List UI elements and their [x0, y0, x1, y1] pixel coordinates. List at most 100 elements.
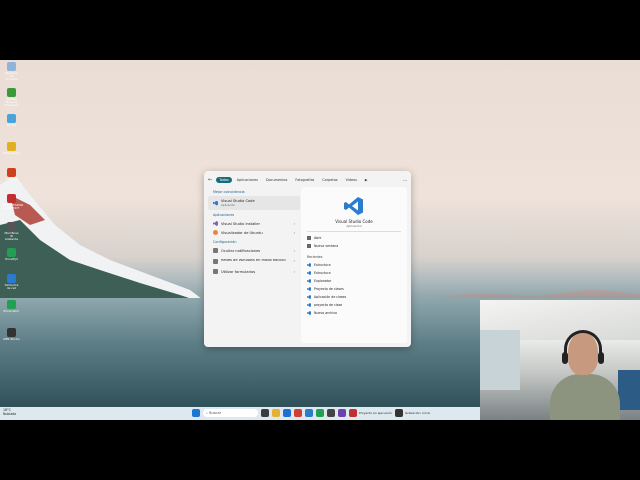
- headset-ear-left: [562, 352, 568, 364]
- desktop-icon[interactable]: PC Jaz: [3, 114, 20, 127]
- webcam-overlay: [480, 300, 640, 420]
- desktop-icon[interactable]: WASDA Nuevos Meteosys: [3, 88, 20, 107]
- tab-folders[interactable]: Carpetas: [319, 177, 340, 183]
- vscode-icon: [307, 287, 311, 291]
- settings-result[interactable]: Ocultar notificaciones ›: [208, 246, 300, 255]
- snowy-mountain: [0, 175, 210, 305]
- settings-icon: [213, 258, 218, 264]
- vscode-icon: [213, 200, 218, 206]
- file-explorer-icon[interactable]: [272, 409, 280, 417]
- weather-widget[interactable]: 18°C Nublado: [3, 408, 16, 416]
- recent-item[interactable]: Estructura: [307, 261, 401, 269]
- settings-result[interactable]: Utilizar formularios ›: [208, 267, 300, 276]
- back-arrow-icon[interactable]: ←: [208, 177, 212, 183]
- chevron-right-icon[interactable]: ›: [294, 249, 295, 253]
- app-result[interactable]: Visual Studio Installer ›: [208, 219, 300, 228]
- action-new-window[interactable]: Nueva ventana: [307, 242, 401, 250]
- app-icon: [7, 222, 16, 231]
- app-icon: [7, 194, 16, 203]
- recycle-bin-icon: [7, 62, 16, 71]
- excel-icon: [7, 300, 16, 309]
- desktop-icon[interactable]: Simbolos de red: [3, 274, 20, 290]
- recent-item[interactable]: Nuevo archivo: [307, 309, 401, 317]
- results-list: Mejor coincidencia Visual Studio Code Apl…: [208, 187, 300, 343]
- action-open[interactable]: Abrir: [307, 234, 401, 242]
- best-match-heading: Mejor coincidencia: [213, 190, 245, 194]
- best-match-item[interactable]: Visual Studio Code Aplicación: [208, 196, 300, 210]
- chevron-right-icon[interactable]: ›: [294, 259, 295, 263]
- desktop-icon[interactable]: Papelera de reciclaje: [3, 62, 20, 81]
- tab-documents[interactable]: Documentos: [263, 177, 290, 183]
- vscode-taskbar-icon[interactable]: [305, 409, 313, 417]
- headset-ear-right: [598, 352, 604, 364]
- desktop-icon[interactable]: Mail Boss ID Adelante: [3, 222, 20, 241]
- detail-app-type: Aplicación: [346, 224, 362, 228]
- app-taskbar-icon[interactable]: [338, 409, 346, 417]
- search-filter-tabs: ← Todos Aplicaciones Documentos Fotograf…: [208, 175, 407, 185]
- taskbar-apps: ⌕ Buscar Proyecto en ejecución Grabación…: [192, 409, 430, 417]
- background-window: [480, 330, 520, 390]
- vscode-icon: [307, 279, 311, 283]
- settings-result[interactable]: Redes de Windows en modo edición ›: [208, 255, 300, 267]
- vscode-icon: [307, 311, 311, 315]
- obs-icon: [395, 409, 403, 417]
- folder-icon: [7, 142, 16, 151]
- settings-heading: Configuración: [213, 240, 237, 244]
- network-icon: [7, 274, 16, 283]
- desktop-icon[interactable]: ExcelEjd: [3, 248, 20, 261]
- open-icon: [307, 236, 311, 240]
- detail-actions: Abrir Nueva ventana Recientes Estructura…: [307, 234, 401, 317]
- settings-icon: [213, 269, 218, 274]
- edge-icon[interactable]: [283, 409, 291, 417]
- chevron-right-icon[interactable]: ›: [294, 222, 295, 226]
- excel-icon: [7, 248, 16, 257]
- obs-icon: [7, 328, 16, 337]
- taskbar-search-box[interactable]: ⌕ Buscar: [203, 409, 258, 417]
- desktop-icon[interactable]: OBS Studio: [3, 328, 20, 341]
- desktop-icon[interactable]: Excel abrir: [3, 300, 20, 313]
- vscode-icon: [307, 263, 311, 267]
- taskbar-app-running[interactable]: Proyecto en ejecución: [349, 409, 392, 417]
- settings-icon: [213, 248, 218, 253]
- recent-item[interactable]: Aplicación de clases: [307, 293, 401, 301]
- person-body: [550, 374, 620, 420]
- tab-all[interactable]: Todos: [216, 177, 232, 183]
- play-icon[interactable]: ▶: [362, 177, 371, 183]
- task-view-icon[interactable]: [261, 409, 269, 417]
- app-icon: [7, 168, 16, 177]
- divider: [307, 231, 401, 232]
- vscode-icon: [307, 303, 311, 307]
- taskbar-app-recording[interactable]: Grabación: Inicio: [395, 409, 430, 417]
- desktop-icon[interactable]: Ordenar: [3, 168, 20, 181]
- recent-item[interactable]: Proyecto de clases: [307, 285, 401, 293]
- result-detail-pane: Visual Studio Code Aplicación Abrir Nuev…: [301, 187, 407, 343]
- app-icon: [349, 409, 357, 417]
- tab-photos[interactable]: Fotografías: [292, 177, 317, 183]
- chrome-icon[interactable]: [294, 409, 302, 417]
- tab-videos[interactable]: Vídeos: [343, 177, 360, 183]
- recent-item[interactable]: Estructura: [307, 269, 401, 277]
- app-icon: [7, 88, 16, 97]
- recent-item[interactable]: Explorador: [307, 277, 401, 285]
- ubuntu-icon: [213, 230, 218, 235]
- apps-heading: Aplicaciones: [213, 213, 235, 217]
- more-options-icon[interactable]: ···: [403, 178, 407, 183]
- chevron-right-icon[interactable]: ›: [294, 231, 295, 235]
- excel-taskbar-icon[interactable]: [316, 409, 324, 417]
- vscode-icon: [307, 295, 311, 299]
- pc-icon: [7, 114, 16, 123]
- best-match-type: Aplicación: [221, 203, 236, 207]
- vscode-logo-icon: [344, 197, 363, 215]
- terminal-icon[interactable]: [327, 409, 335, 417]
- wall-poster: [618, 370, 640, 410]
- new-window-icon: [307, 244, 311, 248]
- tab-apps[interactable]: Aplicaciones: [234, 177, 261, 183]
- windows-start-icon[interactable]: [192, 409, 200, 417]
- recent-heading: Recientes: [307, 255, 323, 259]
- app-result[interactable]: Visualizador de Ubuntu ›: [208, 228, 300, 237]
- desktop-icon[interactable]: EXPORTADOR GOLT EXIT: [3, 194, 23, 210]
- vscode-icon: [307, 271, 311, 275]
- desktop-icon[interactable]: Mlog Verbs: [3, 142, 20, 155]
- recent-item[interactable]: proyecto de clase: [307, 301, 401, 309]
- chevron-right-icon[interactable]: ›: [294, 270, 295, 274]
